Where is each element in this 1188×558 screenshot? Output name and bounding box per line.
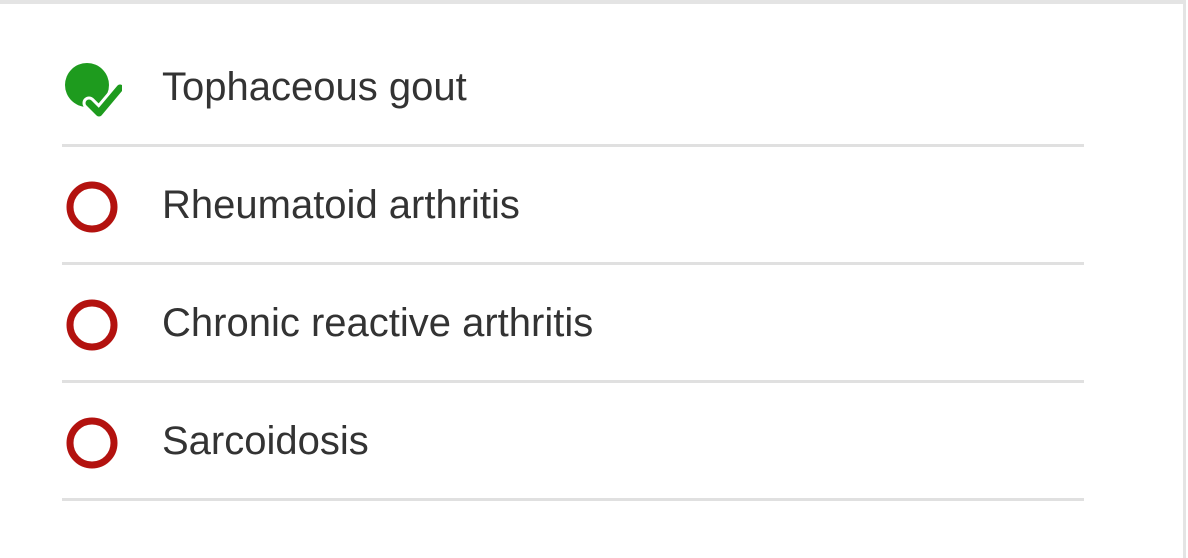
right-border: [1183, 0, 1186, 558]
answer-option-sarcoidosis[interactable]: Sarcoidosis: [62, 383, 1084, 501]
top-divider: [0, 0, 1183, 4]
answer-option-label: Rheumatoid arthritis: [162, 183, 520, 227]
incorrect-circle-icon: [62, 177, 122, 237]
incorrect-circle-icon: [62, 295, 122, 355]
incorrect-circle-icon: [62, 413, 122, 473]
answer-option-label: Tophaceous gout: [162, 65, 467, 109]
answer-option-label: Chronic reactive arthritis: [162, 301, 594, 345]
answer-option-tophaceous-gout[interactable]: Tophaceous gout: [62, 29, 1084, 147]
answer-options-list: Tophaceous gout Rheumatoid arthritis Chr…: [62, 29, 1084, 501]
answer-option-label: Sarcoidosis: [162, 419, 369, 463]
answer-option-chronic-reactive-arthritis[interactable]: Chronic reactive arthritis: [62, 265, 1084, 383]
answer-option-rheumatoid-arthritis[interactable]: Rheumatoid arthritis: [62, 147, 1084, 265]
correct-check-icon: [62, 59, 122, 119]
